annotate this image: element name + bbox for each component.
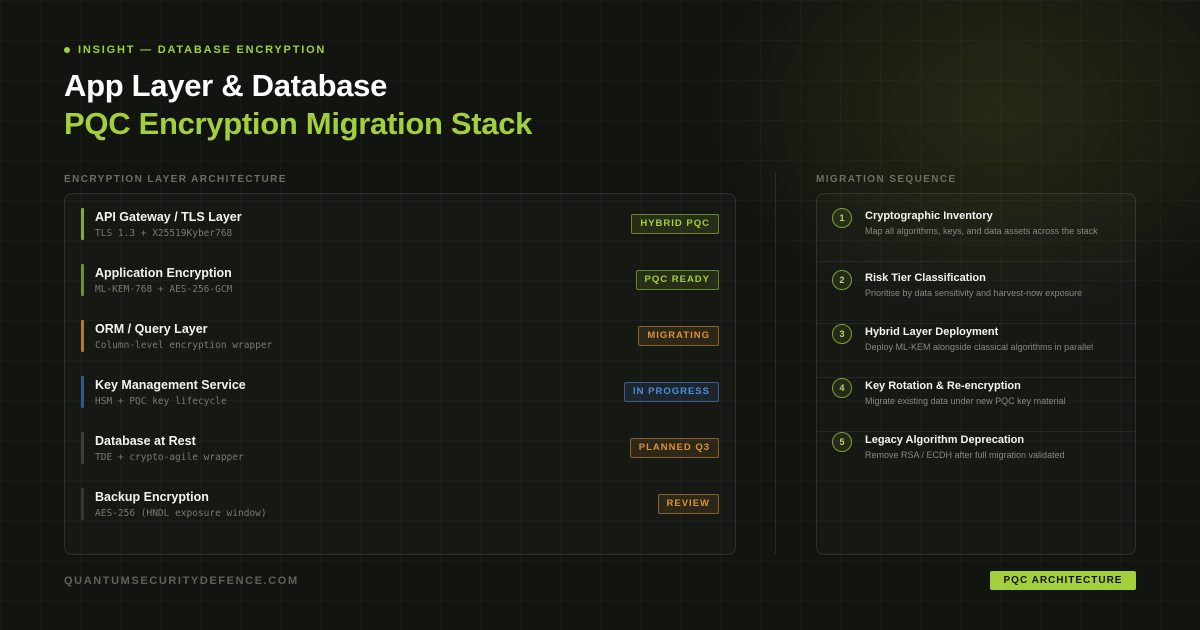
step-divider [817,261,1135,262]
step-title: Key Rotation & Re-encryption [865,380,1021,392]
step-number-badge: 4 [832,378,852,398]
layer-name: Database at Rest [95,434,196,448]
layer-row: ORM / Query Layer Column-level encryptio… [81,318,719,354]
layer-name: Application Encryption [95,266,232,280]
layer-status-badge: IN PROGRESS [624,382,719,402]
layer-detail: TDE + crypto-agile wrapper [95,452,244,463]
layer-row: Key Management Service HSM + PQC key lif… [81,374,719,410]
page-title: App Layer & Database [64,68,388,103]
bullet-dot-icon [64,47,70,53]
step-title: Legacy Algorithm Deprecation [865,434,1025,446]
category-tag: PQC ARCHITECTURE [990,571,1136,590]
insight-kicker: INSIGHT — DATABASE ENCRYPTION [64,44,326,56]
layer-status-bar [81,208,84,240]
layer-name: API Gateway / TLS Layer [95,210,242,224]
step-title: Risk Tier Classification [865,272,986,284]
migration-step: 2 Risk Tier Classification Prioritise by… [817,270,1135,324]
migration-section-label: MIGRATION SEQUENCE [816,174,957,185]
layer-status-badge: PQC READY [635,270,719,290]
step-number-badge: 5 [832,432,852,452]
layer-status-bar [81,432,84,464]
layer-status-badge: PLANNED Q3 [629,438,719,458]
step-number-badge: 1 [832,208,852,228]
step-description: Map all algorithms, keys, and data asset… [865,226,1098,236]
layer-name: Key Management Service [95,378,246,392]
step-description: Prioritise by data sensitivity and harve… [865,288,1083,298]
migration-step: 5 Legacy Algorithm Deprecation Remove RS… [817,432,1135,486]
layer-row: Database at Rest TDE + crypto-agile wrap… [81,430,719,466]
step-description: Remove RSA / ECDH after full migration v… [865,450,1065,460]
layer-status-badge: HYBRID PQC [631,214,719,234]
step-number-badge: 3 [832,324,852,344]
encryption-layers-panel: API Gateway / TLS Layer TLS 1.3 + X25519… [64,193,736,555]
layer-detail: TLS 1.3 + X25519Kyber768 [95,228,233,239]
site-domain: QUANTUMSECURITYDEFENCE.COM [64,575,299,587]
layer-name: ORM / Query Layer [95,322,208,336]
layer-row: API Gateway / TLS Layer TLS 1.3 + X25519… [81,206,719,242]
layer-status-bar [81,320,84,352]
step-title: Hybrid Layer Deployment [865,326,999,338]
migration-step: 1 Cryptographic Inventory Map all algori… [817,208,1135,262]
step-title: Cryptographic Inventory [865,210,993,222]
layer-status-bar [81,488,84,520]
layer-name: Backup Encryption [95,490,209,504]
step-description: Migrate existing data under new PQC key … [865,396,1066,406]
step-number-badge: 2 [832,270,852,290]
migration-step: 3 Hybrid Layer Deployment Deploy ML-KEM … [817,324,1135,378]
step-description: Deploy ML-KEM alongside classical algori… [865,342,1094,352]
architecture-section-label: ENCRYPTION LAYER ARCHITECTURE [64,174,287,185]
layer-detail: Column-level encryption wrapper [95,340,273,351]
migration-steps-panel: 1 Cryptographic Inventory Map all algori… [816,193,1136,555]
layer-status-badge: REVIEW [657,494,719,514]
layer-status-bar [81,376,84,408]
column-divider [775,172,776,554]
layer-status-bar [81,264,84,296]
layer-row: Application Encryption ML-KEM-768 + AES-… [81,262,719,298]
layer-status-badge: MIGRATING [638,326,719,346]
layer-detail: HSM + PQC key lifecycle [95,396,227,407]
layer-detail: ML-KEM-768 + AES-256-GCM [95,284,233,295]
page-subtitle: PQC Encryption Migration Stack [64,106,533,141]
kicker-text: INSIGHT — DATABASE ENCRYPTION [78,44,327,56]
migration-step: 4 Key Rotation & Re-encryption Migrate e… [817,378,1135,432]
layer-row: Backup Encryption AES-256 (HNDL exposure… [81,486,719,522]
layer-detail: AES-256 (HNDL exposure window) [95,508,267,519]
